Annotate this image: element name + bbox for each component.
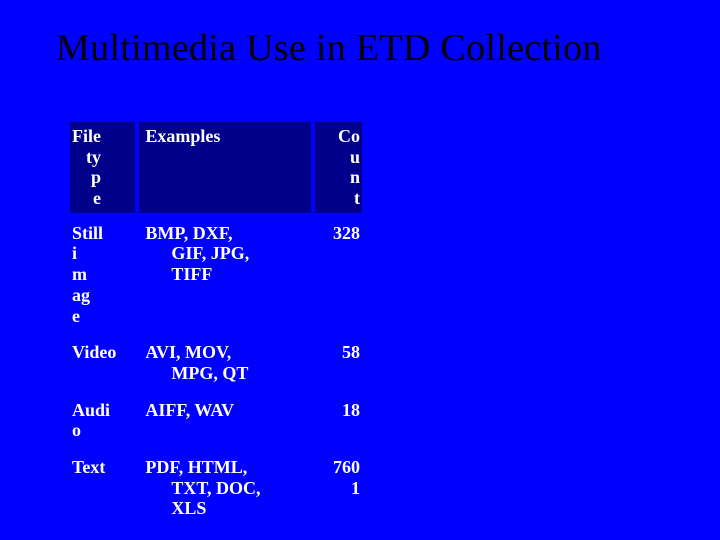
header-count: Count	[315, 122, 362, 213]
header-filetype-text: Filetype	[72, 126, 103, 209]
cell-count: 328	[315, 217, 362, 332]
header-count-text: Count	[338, 126, 360, 209]
slide-title: Multimedia Use in ETD Collection	[0, 0, 720, 70]
cell-examples: AVI, MOV,MPG, QT	[139, 336, 311, 389]
cell-type: Audio	[70, 394, 135, 447]
header-examples: Examples	[139, 122, 311, 213]
slide: Multimedia Use in ETD Collection Filetyp…	[0, 0, 720, 540]
table-row: Stillimage BMP, DXF,GIF, JPG,TIFF 328	[70, 217, 362, 332]
table-body: Stillimage BMP, DXF,GIF, JPG,TIFF 328 Vi…	[70, 217, 362, 525]
cell-count: 58	[315, 336, 362, 389]
cell-examples: AIFF, WAV	[139, 394, 311, 447]
cell-type: Text	[70, 451, 135, 525]
cell-type: Video	[70, 336, 135, 389]
table-row: Audio AIFF, WAV 18	[70, 394, 362, 447]
table-header: Filetype Examples Count	[70, 122, 362, 213]
cell-examples: BMP, DXF,GIF, JPG,TIFF	[139, 217, 311, 332]
cell-examples: PDF, HTML,TXT, DOC,XLS	[139, 451, 311, 525]
cell-count: 18	[315, 394, 362, 447]
table-row: Text PDF, HTML,TXT, DOC,XLS 7601	[70, 451, 362, 525]
cell-count: 7601	[315, 451, 362, 525]
header-filetype: Filetype	[70, 122, 135, 213]
table-row: Video AVI, MOV,MPG, QT 58	[70, 336, 362, 389]
data-table: Filetype Examples Count Stillimage BMP, …	[66, 118, 366, 529]
multimedia-table: Filetype Examples Count Stillimage BMP, …	[66, 118, 366, 529]
cell-type: Stillimage	[70, 217, 135, 332]
